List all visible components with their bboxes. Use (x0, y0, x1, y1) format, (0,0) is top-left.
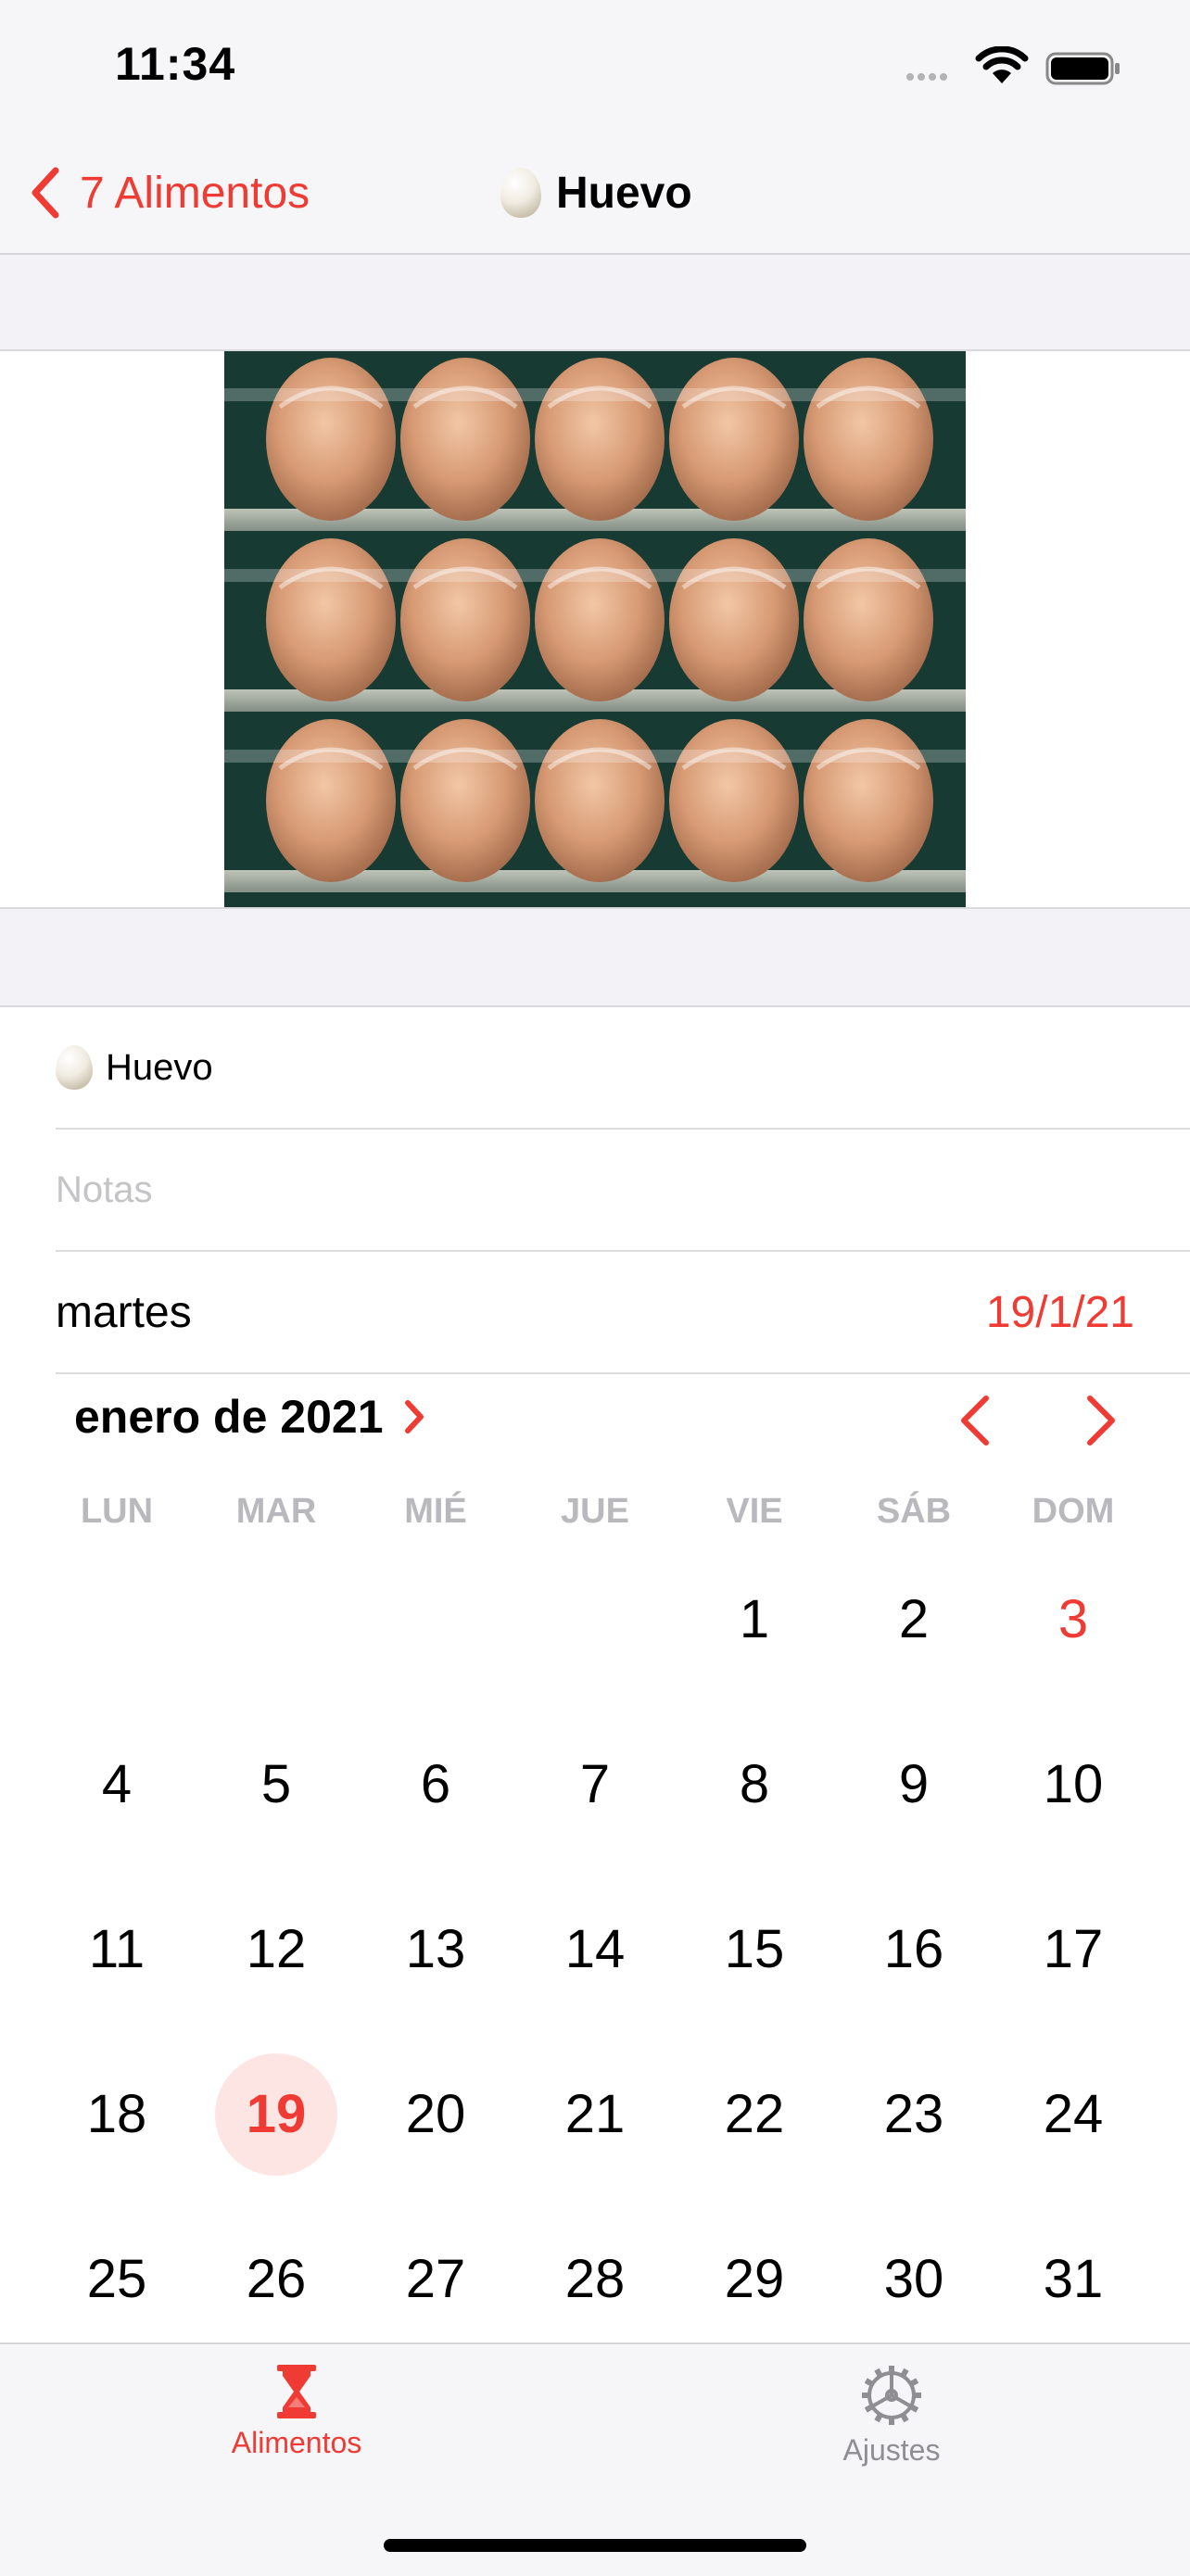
calendar-day[interactable]: 5 (196, 1722, 356, 1848)
calendar-day[interactable]: 4 (37, 1722, 196, 1848)
weekday-label: SÁB (876, 1492, 952, 1531)
calendar-day[interactable]: 7 (515, 1722, 675, 1848)
calendar-day[interactable]: 17 (994, 1887, 1153, 2013)
calendar-day[interactable]: 26 (196, 2216, 356, 2342)
calendar-day[interactable]: 18 (37, 2052, 196, 2178)
chevron-left-icon (961, 1395, 989, 1446)
chevron-right-icon (404, 1400, 424, 1433)
battery-icon (1045, 52, 1121, 90)
chevron-left-icon (32, 167, 59, 219)
calendar-day-selected[interactable]: 19 (196, 2052, 356, 2178)
weekday-label: JUE (561, 1492, 629, 1531)
name-field[interactable]: Huevo (56, 1007, 1190, 1130)
calendar-day[interactable]: 2 (834, 1557, 994, 1683)
egg-icon (500, 168, 541, 218)
month-label: enero de 2021 (74, 1391, 384, 1443)
date-value[interactable]: 19/1/21 (986, 1287, 1134, 1338)
calendar-day[interactable]: 14 (515, 1887, 675, 2013)
calendar-day[interactable]: 28 (515, 2216, 675, 2342)
page-title: Huevo (500, 163, 692, 222)
notes-placeholder: Notas (56, 1168, 153, 1210)
next-month-button[interactable] (1081, 1395, 1121, 1451)
tab-ajustes[interactable]: Ajustes (753, 2363, 1031, 2468)
calendar-day[interactable]: 3 (994, 1557, 1153, 1683)
status-time: 11:34 (115, 38, 236, 90)
home-indicator (384, 2539, 806, 2552)
back-button-label: 7 Alimentos (80, 168, 310, 218)
photo-section (0, 349, 1190, 909)
calendar-day[interactable]: 30 (834, 2216, 994, 2342)
weekday-label: LUN (80, 1492, 154, 1531)
page-title-label: Huevo (556, 168, 692, 218)
tab-alimentos-label: Alimentos (231, 2426, 362, 2459)
food-photo[interactable] (224, 351, 966, 907)
back-button[interactable]: 7 Alimentos (30, 163, 310, 222)
calendar-day[interactable]: 8 (675, 1722, 834, 1848)
calendar-day[interactable]: 24 (994, 2052, 1153, 2178)
calendar-day[interactable]: 6 (356, 1722, 515, 1848)
tab-alimentos[interactable]: Alimentos (158, 2363, 436, 2460)
date-field[interactable]: martes 19/1/21 (56, 1252, 1190, 1374)
weekday-label: MIÉ (404, 1492, 467, 1531)
egg-icon (56, 1045, 93, 1090)
calendar-day[interactable]: 29 (675, 2216, 834, 2342)
calendar-day[interactable]: 25 (37, 2216, 196, 2342)
calendar-day[interactable]: 21 (515, 2052, 675, 2178)
calendar-day[interactable]: 20 (356, 2052, 515, 2178)
calendar-day[interactable]: 1 (675, 1557, 834, 1683)
weekday-label: martes (56, 1287, 192, 1337)
cellular-signal-icon (906, 69, 951, 85)
chevron-right-icon (1087, 1395, 1115, 1446)
weekday-label: MAR (235, 1492, 317, 1531)
tab-ajustes-label: Ajustes (842, 2433, 941, 2467)
name-value: Huevo (106, 1046, 213, 1088)
calendar-day[interactable]: 12 (196, 1887, 356, 2013)
calendar-day[interactable]: 27 (356, 2216, 515, 2342)
hourglass-icon (277, 2365, 316, 2418)
calendar-day[interactable]: 9 (834, 1722, 994, 1848)
wifi-icon (975, 45, 1029, 90)
calendar-day[interactable]: 23 (834, 2052, 994, 2178)
calendar-day[interactable]: 11 (37, 1887, 196, 2013)
calendar-day[interactable]: 31 (994, 2216, 1153, 2342)
calendar-day[interactable]: 10 (994, 1722, 1153, 1848)
calendar-day[interactable]: 15 (675, 1887, 834, 2013)
previous-month-button[interactable] (955, 1395, 995, 1451)
calendar-day[interactable]: 16 (834, 1887, 994, 2013)
calendar-day[interactable]: 22 (675, 2052, 834, 2178)
month-year-picker-button[interactable]: enero de 2021 (74, 1390, 424, 1444)
weekday-label: DOM (1032, 1492, 1115, 1531)
weekday-label: VIE (726, 1492, 783, 1531)
calendar-day[interactable]: 13 (356, 1887, 515, 2013)
gear-icon (862, 2366, 921, 2425)
notes-field[interactable]: Notas (56, 1130, 1190, 1252)
